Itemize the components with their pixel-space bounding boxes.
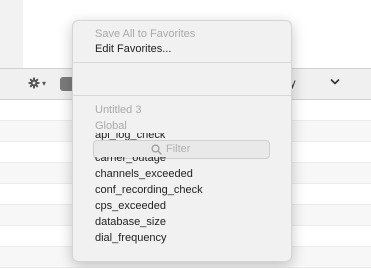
gear-icon bbox=[28, 77, 40, 89]
menu-item-conf-recording-check[interactable]: conf_recording_check bbox=[95, 183, 203, 197]
search-icon bbox=[151, 144, 162, 155]
menu-item-dial-frequency[interactable]: dial_frequency bbox=[95, 231, 167, 245]
chevron-down-icon[interactable] bbox=[330, 78, 340, 86]
menu-group-untitled: Untitled 3 bbox=[95, 104, 142, 116]
menu-item-partial[interactable]: carrier_outage bbox=[95, 157, 166, 165]
filter-placeholder: Filter bbox=[166, 143, 191, 155]
left-panel bbox=[0, 0, 24, 68]
menu-group-global: Global bbox=[95, 120, 127, 132]
menu-item-save-all: Save All to Favorites bbox=[95, 28, 196, 40]
menu-item-edit-favorites[interactable]: Edit Favorites... bbox=[95, 42, 171, 56]
menu-item-database-size[interactable]: database_size bbox=[95, 215, 166, 229]
menu-item-channels-exceeded[interactable]: channels_exceeded bbox=[95, 167, 193, 181]
favorites-menu: Save All to Favorites Edit Favorites... … bbox=[72, 20, 292, 262]
caret-down-icon: ▾ bbox=[42, 79, 47, 88]
menu-separator bbox=[73, 95, 291, 96]
menu-separator bbox=[73, 62, 291, 63]
menu-item-partial[interactable]: api_log_check bbox=[95, 133, 165, 140]
menu-item-cps-exceeded[interactable]: cps_exceeded bbox=[95, 199, 166, 213]
gear-menu-button[interactable]: ▾ bbox=[28, 77, 50, 91]
